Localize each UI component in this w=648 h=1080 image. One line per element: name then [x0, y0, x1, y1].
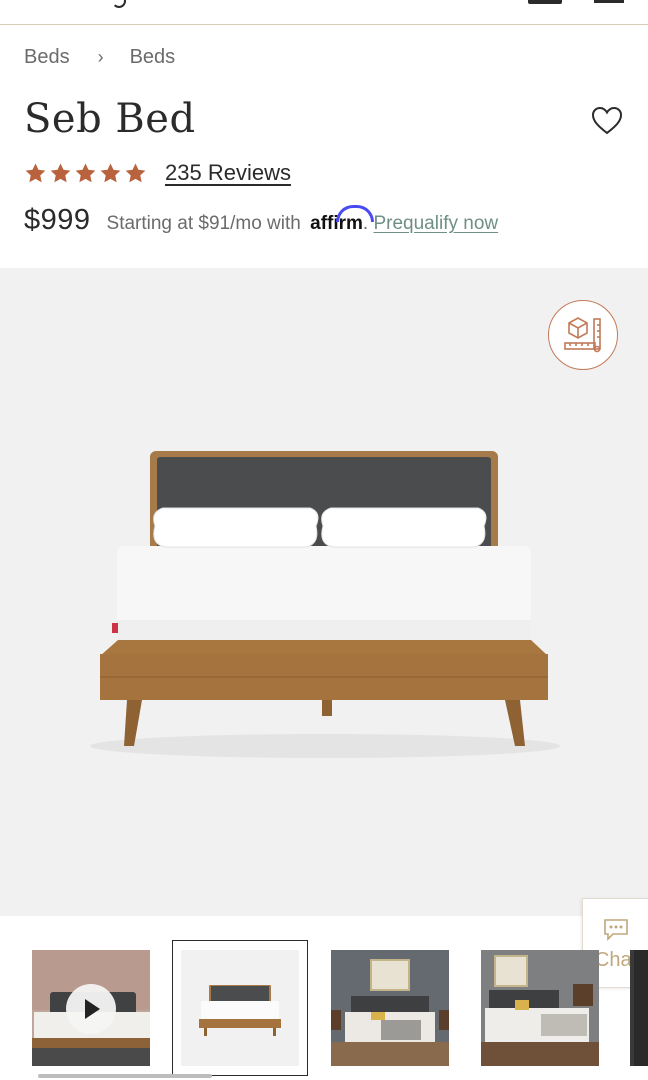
product-rating: 235 Reviews — [24, 160, 291, 186]
price-row: $999 Starting at $91/mo with affirm. Pre… — [24, 204, 498, 237]
star-icon — [125, 162, 146, 182]
dimensions-button[interactable] — [548, 300, 618, 370]
thumbnail-strip — [0, 938, 648, 1080]
thumbnail-partial-next[interactable] — [630, 950, 648, 1066]
star-icon — [50, 162, 71, 182]
affirm-arc-icon — [336, 205, 375, 222]
breadcrumb-separator: › — [97, 47, 104, 67]
product-title: Seb Bed — [24, 96, 196, 142]
star-rating — [24, 162, 147, 185]
search-icon[interactable] — [112, 0, 126, 8]
star-icon — [25, 162, 46, 182]
reviews-link[interactable]: 235 Reviews — [165, 160, 291, 186]
thumbnail-selected-studio[interactable] — [172, 940, 308, 1076]
prequalify-link[interactable]: Prequalify now — [373, 213, 498, 234]
wishlist-heart-icon[interactable] — [590, 104, 624, 138]
thumbnail-bedroom-grey[interactable] — [331, 950, 449, 1066]
menu-icon[interactable] — [594, 0, 624, 3]
thumbnail-video[interactable] — [32, 950, 150, 1066]
breadcrumb-link-beds[interactable]: Beds — [130, 46, 176, 69]
breadcrumb-link-beds-parent[interactable]: Beds — [24, 46, 70, 69]
affirm-logo: affirm — [310, 205, 375, 234]
breadcrumb: Beds › Beds — [24, 46, 175, 69]
financing-prefix: Starting at $91/mo with — [106, 213, 301, 234]
star-icon — [100, 162, 121, 182]
account-icon[interactable] — [528, 0, 562, 4]
thumbnail-bedroom-angle[interactable] — [481, 950, 599, 1066]
star-icon — [75, 162, 96, 182]
thumbnail-scrollbar[interactable] — [38, 1074, 212, 1078]
top-nav-bar — [0, 0, 648, 25]
product-price: $999 — [24, 204, 91, 236]
financing-text: Starting at $91/mo with affirm. Prequali… — [106, 205, 498, 235]
dimensions-ruler-icon — [564, 317, 601, 353]
